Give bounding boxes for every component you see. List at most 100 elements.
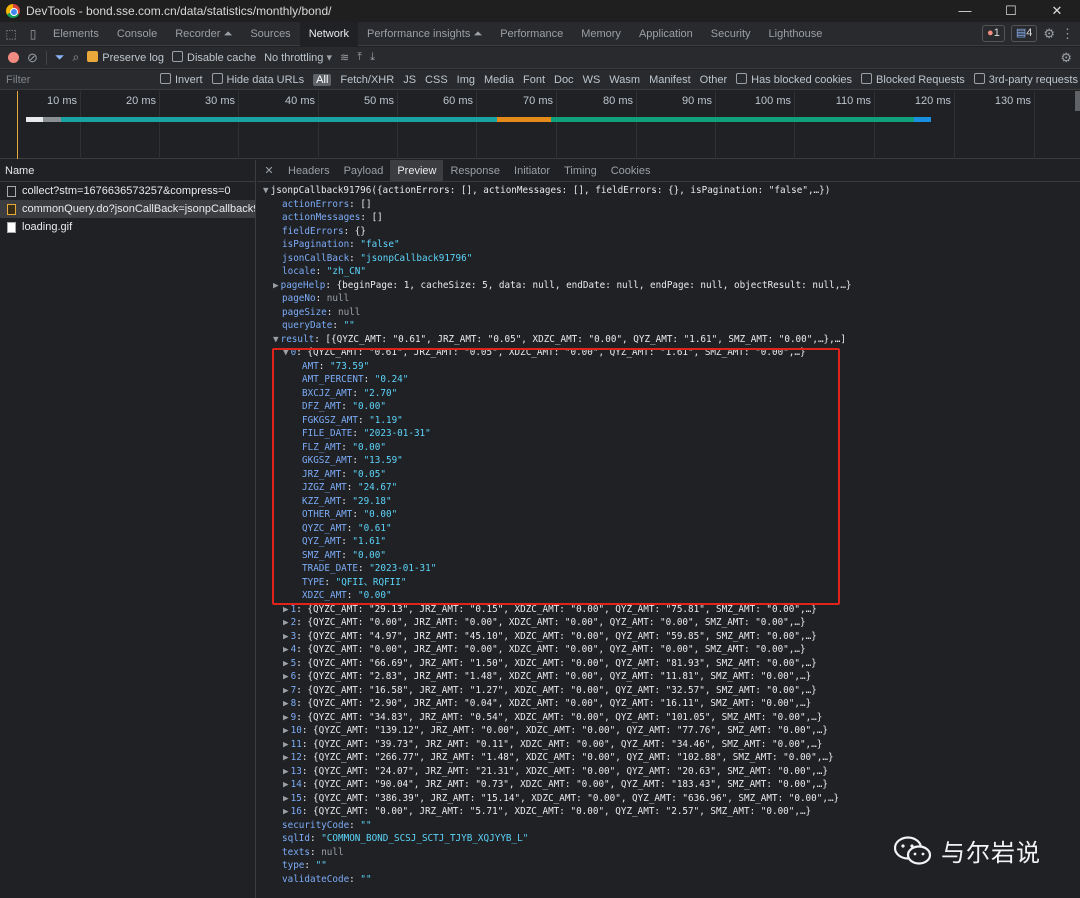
tree-line[interactable]: ▶ 10: {QYZC_AMT: "139.12", JRZ_AMT: "0.00… (283, 724, 828, 738)
collapsed-arrow-icon[interactable]: ▶ (283, 712, 289, 723)
tab-network[interactable]: Network (299, 21, 359, 46)
request-row[interactable]: collect?stm=1676636573257&compress=0 (0, 182, 255, 200)
clear-icon[interactable]: ⊘ (27, 50, 38, 66)
filter-type-all[interactable]: All (313, 73, 332, 86)
inspect-icon[interactable]: ⬚ (0, 27, 22, 41)
tab-elements[interactable]: Elements (44, 22, 108, 46)
detail-tab-timing[interactable]: Timing (557, 160, 604, 182)
expanded-arrow-icon[interactable]: ▼ (263, 185, 269, 196)
collapsed-arrow-icon[interactable]: ▶ (283, 725, 289, 736)
export-har-icon[interactable]: ⤓ (370, 51, 375, 64)
tree-line[interactable]: ▶ 2: {QYZC_AMT: "0.00", JRZ_AMT: "0.00", … (283, 616, 806, 630)
collapsed-arrow-icon[interactable]: ▶ (283, 793, 289, 804)
detail-tab-initiator[interactable]: Initiator (507, 160, 557, 182)
message-count-badge[interactable]: ▤4 (1010, 25, 1038, 42)
error-count-badge[interactable]: ●1 (982, 25, 1005, 42)
collapsed-arrow-icon[interactable]: ▶ (283, 739, 289, 750)
blocked-cookies-checkbox[interactable]: Has blocked cookies (736, 73, 852, 86)
tree-line[interactable]: ▼ result: [{QYZC_AMT: "0.61", JRZ_AMT: "0… (273, 333, 846, 347)
disable-cache-checkbox[interactable]: Disable cache (172, 51, 256, 64)
tree-line[interactable]: ▶ 3: {QYZC_AMT: "4.97", JRZ_AMT: "45.10",… (283, 630, 817, 644)
search-icon[interactable]: ⌕ (73, 50, 80, 65)
tree-line[interactable]: ▶ 9: {QYZC_AMT: "34.83", JRZ_AMT: "0.54",… (283, 711, 822, 725)
filter-type-css[interactable]: CSS (425, 74, 448, 86)
request-row[interactable]: loading.gif (0, 218, 255, 236)
more-options-icon[interactable]: ⋮ (1061, 26, 1074, 42)
collapsed-arrow-icon[interactable]: ▶ (273, 280, 279, 291)
tree-line[interactable]: ▶ pageHelp: {beginPage: 1, cacheSize: 5, … (273, 279, 852, 293)
tree-line[interactable]: ▶ 8: {QYZC_AMT: "2.90", JRZ_AMT: "0.04", … (283, 697, 811, 711)
network-settings-icon[interactable]: ⚙ (1060, 50, 1072, 66)
detail-tab-payload[interactable]: Payload (337, 160, 391, 182)
collapsed-arrow-icon[interactable]: ▶ (283, 604, 289, 615)
settings-gear-icon[interactable]: ⚙ (1043, 26, 1055, 42)
detail-tab-headers[interactable]: Headers (281, 160, 337, 182)
import-har-icon[interactable]: ⤒ (357, 51, 362, 64)
tree-line[interactable]: ▶ 7: {QYZC_AMT: "16.58", JRZ_AMT: "1.27",… (283, 684, 817, 698)
filter-icon[interactable]: ⏷ (55, 50, 65, 65)
third-party-checkbox[interactable]: 3rd-party requests (973, 73, 1078, 86)
collapsed-arrow-icon[interactable]: ▶ (283, 698, 289, 709)
filter-type-other[interactable]: Other (700, 74, 728, 86)
tree-line[interactable]: ▶ 11: {QYZC_AMT: "39.73", JRZ_AMT: "0.11"… (283, 738, 822, 752)
filter-type-img[interactable]: Img (457, 74, 475, 86)
filter-type-js[interactable]: JS (403, 74, 416, 86)
close-detail-icon[interactable]: ✕ (257, 164, 281, 177)
collapsed-arrow-icon[interactable]: ▶ (283, 779, 289, 790)
tree-line[interactable]: ▶ 16: {QYZC_AMT: "0.00", JRZ_AMT: "5.71",… (283, 805, 811, 819)
collapsed-arrow-icon[interactable]: ▶ (283, 685, 289, 696)
filter-type-doc[interactable]: Doc (554, 74, 574, 86)
record-icon[interactable] (8, 52, 19, 63)
collapsed-arrow-icon[interactable]: ▶ (283, 806, 289, 817)
tree-line[interactable]: ▶ 15: {QYZC_AMT: "386.39", JRZ_AMT: "15.1… (283, 792, 839, 806)
filter-type-font[interactable]: Font (523, 74, 545, 86)
tab-performance[interactable]: Performance (491, 22, 572, 46)
minimize-button[interactable]: — (942, 0, 988, 22)
network-overview-timeline[interactable]: 10 ms 20 ms 30 ms 40 ms 50 ms 60 ms 70 ms 80 ms… (0, 91, 1080, 159)
collapsed-arrow-icon[interactable]: ▶ (283, 631, 289, 642)
name-column-header[interactable]: Name (0, 160, 255, 182)
collapsed-arrow-icon[interactable]: ▶ (283, 658, 289, 669)
close-button[interactable]: ✕ (1034, 0, 1080, 22)
filter-type-wasm[interactable]: Wasm (609, 74, 640, 86)
request-row[interactable]: commonQuery.do?jsonCallBack=jsonpCallbac… (0, 200, 255, 218)
expanded-arrow-icon[interactable]: ▼ (273, 334, 279, 345)
tree-line[interactable]: ▶ 4: {QYZC_AMT: "0.00", JRZ_AMT: "0.00", … (283, 643, 806, 657)
tree-line[interactable]: ▶ 14: {QYZC_AMT: "90.04", JRZ_AMT: "0.73"… (283, 778, 828, 792)
blocked-requests-checkbox[interactable]: Blocked Requests (861, 73, 965, 86)
throttling-select[interactable]: No throttling ▾ (264, 51, 332, 64)
timeline-scrollbar[interactable] (1075, 91, 1080, 111)
detail-tab-preview[interactable]: Preview (390, 159, 444, 182)
collapsed-arrow-icon[interactable]: ▶ (283, 644, 289, 655)
filter-input[interactable]: Filter (6, 74, 151, 86)
tree-line[interactable]: ▶ 6: {QYZC_AMT: "2.83", JRZ_AMT: "1.48", … (283, 670, 811, 684)
tab-memory[interactable]: Memory (572, 22, 630, 46)
detail-tab-cookies[interactable]: Cookies (604, 160, 658, 182)
collapsed-arrow-icon[interactable]: ▶ (283, 671, 289, 682)
tab-application[interactable]: Application (630, 22, 702, 46)
tree-line[interactable]: ▶ 12: {QYZC_AMT: "266.77", JRZ_AMT: "1.48… (283, 751, 834, 765)
filter-type-media[interactable]: Media (484, 74, 514, 86)
detail-tab-response[interactable]: Response (443, 160, 507, 182)
collapsed-arrow-icon[interactable]: ▶ (283, 766, 289, 777)
collapsed-arrow-icon[interactable]: ▶ (283, 752, 289, 763)
preserve-log-checkbox[interactable]: Preserve log (87, 51, 164, 64)
hide-data-urls-checkbox[interactable]: Hide data URLs (211, 73, 304, 86)
tab-sources[interactable]: Sources (241, 22, 299, 46)
filter-type-manifest[interactable]: Manifest (649, 74, 691, 86)
filter-type-fetch-xhr[interactable]: Fetch/XHR (340, 74, 394, 86)
tab-performance-insights[interactable]: Performance insights ⏶ (358, 22, 491, 46)
tree-line[interactable]: ▼ jsonpCallback91796({actionErrors: [], a… (263, 184, 830, 198)
network-conditions-icon[interactable]: ≋ (340, 51, 349, 64)
collapsed-arrow-icon[interactable]: ▶ (283, 617, 289, 628)
invert-checkbox[interactable]: Invert (160, 73, 203, 86)
tree-line[interactable]: ▶ 13: {QYZC_AMT: "24.07", JRZ_AMT: "21.31… (283, 765, 828, 779)
tab-recorder[interactable]: Recorder ⏶ (166, 22, 241, 46)
maximize-button[interactable]: ☐ (988, 0, 1034, 22)
tab-security[interactable]: Security (702, 22, 760, 46)
tab-console[interactable]: Console (108, 22, 166, 46)
tab-lighthouse[interactable]: Lighthouse (760, 22, 832, 46)
device-toggle-icon[interactable]: ▯ (22, 27, 44, 41)
tree-line[interactable]: ▶ 5: {QYZC_AMT: "66.69", JRZ_AMT: "1.50",… (283, 657, 817, 671)
filter-type-ws[interactable]: WS (583, 74, 601, 86)
